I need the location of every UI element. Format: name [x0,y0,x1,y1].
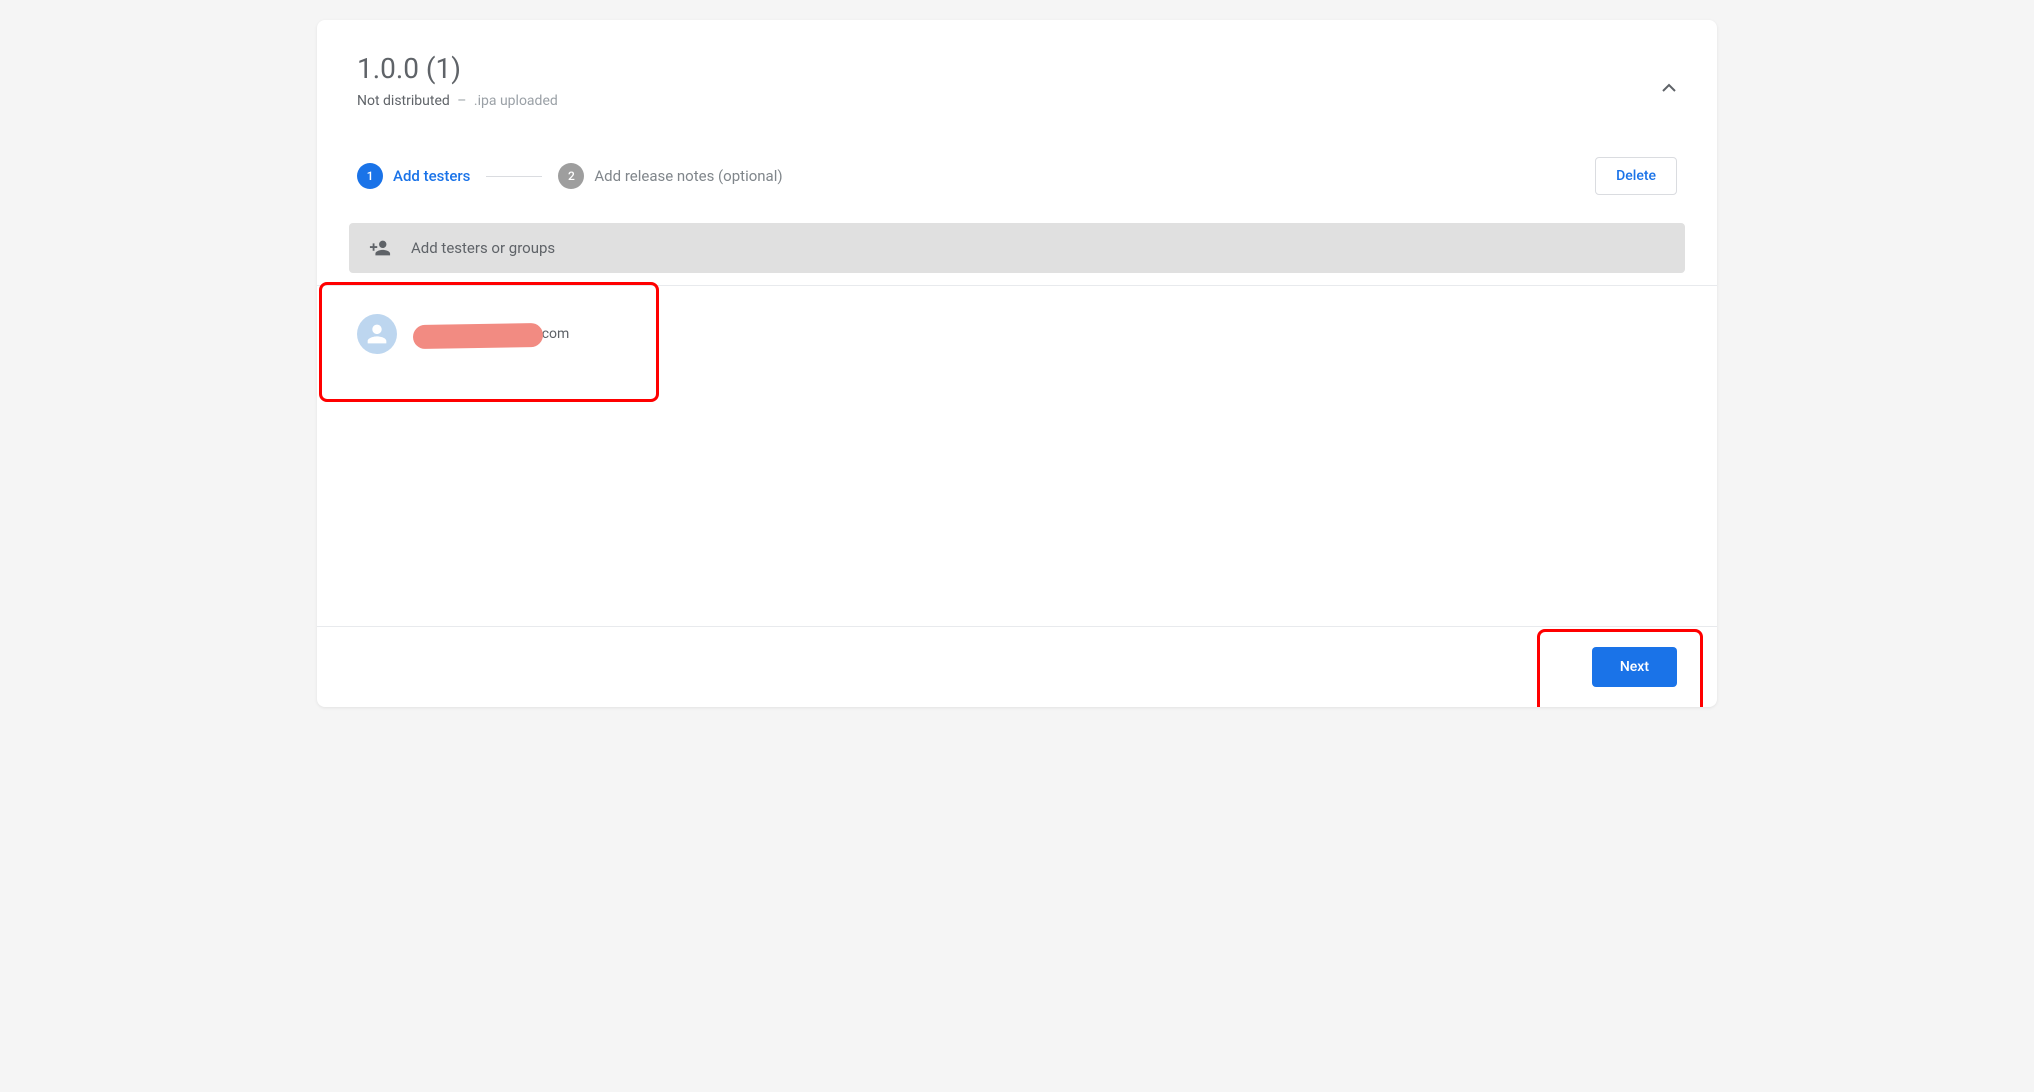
collapse-toggle[interactable] [1657,76,1681,104]
tester-row[interactable]: .com [357,306,1677,362]
search-bar[interactable] [349,223,1685,273]
step-2-label: Add release notes (optional) [594,167,782,185]
avatar [357,314,397,354]
step-2-circle: 2 [558,163,584,189]
step-1-circle: 1 [357,163,383,189]
stepper-row: 1 Add testers 2 Add release notes (optio… [317,137,1717,223]
status-text: Not distributed [357,93,450,109]
delete-button[interactable]: Delete [1595,157,1677,195]
status-detail: .ipa uploaded [474,93,558,109]
person-add-icon [369,237,391,259]
step-2[interactable]: 2 Add release notes (optional) [558,163,782,189]
stepper: 1 Add testers 2 Add release notes (optio… [357,163,783,189]
card-header: 1.0.0 (1) Not distributed – .ipa uploade… [317,20,1717,137]
step-connector [486,176,542,177]
version-title: 1.0.0 (1) [357,52,1677,85]
step-1-label: Add testers [393,167,470,185]
chevron-up-icon [1657,85,1681,104]
next-button[interactable]: Next [1592,647,1677,687]
step-1[interactable]: 1 Add testers [357,163,470,189]
testers-list: .com [317,286,1717,626]
tester-email: .com [413,326,569,342]
dash-separator: – [457,93,466,109]
release-subtitle: Not distributed – .ipa uploaded [357,93,1677,109]
release-card: 1.0.0 (1) Not distributed – .ipa uploade… [317,20,1717,707]
add-testers-input[interactable] [411,239,1665,257]
card-footer: Next [317,626,1717,707]
search-container [317,223,1717,286]
redaction-mark [413,323,543,349]
